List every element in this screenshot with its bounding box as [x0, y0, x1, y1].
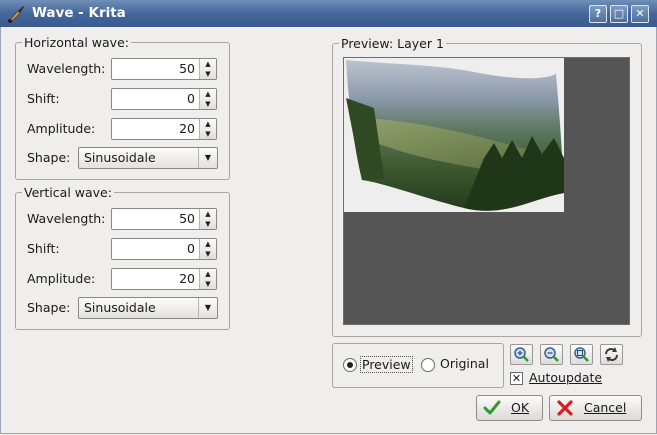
preview-image [346, 60, 564, 211]
zoom-fit-icon [574, 347, 589, 362]
h-amplitude-label: Amplitude: [27, 121, 96, 136]
original-radio[interactable]: Original [421, 356, 501, 374]
radio-unselected-icon [421, 358, 435, 372]
spin-up-icon[interactable]: ▲ [200, 89, 216, 99]
preview-radio-label: Preview [360, 356, 413, 373]
v-amplitude-value: 20 [179, 271, 195, 286]
spin-up-icon[interactable]: ▲ [200, 269, 216, 279]
h-amplitude-value: 20 [179, 121, 195, 136]
spin-down-icon[interactable]: ▼ [200, 279, 216, 289]
cancel-x-icon [557, 400, 573, 416]
v-shape-dropdown[interactable]: Sinusoidale ▼ [78, 297, 218, 319]
v-shape-label: Shape: [27, 300, 71, 315]
spin-down-icon[interactable]: ▼ [200, 69, 216, 79]
ok-label: OK [511, 400, 530, 415]
h-wavelength-spinbox[interactable]: 50 ▲ ▼ [111, 58, 217, 80]
v-shift-spinbox[interactable]: 0 ▲ ▼ [111, 238, 217, 260]
spin-down-icon[interactable]: ▼ [200, 129, 216, 139]
maximize-button[interactable]: □ [610, 5, 628, 23]
cancel-label: Cancel [584, 400, 627, 415]
window-title: Wave - Krita [32, 5, 126, 21]
chevron-down-icon: ▼ [198, 148, 217, 168]
close-icon: ✕ [635, 7, 645, 20]
h-amplitude-spinbox[interactable]: 20 ▲ ▼ [111, 118, 217, 140]
help-icon: ? [594, 7, 602, 20]
title-bar: Wave - Krita ? □ ✕ [0, 0, 657, 27]
zoom-in-icon [514, 347, 529, 362]
autoupdate-checkbox[interactable]: ✕ Autoupdate [510, 370, 620, 388]
h-shape-label: Shape: [27, 150, 71, 165]
checkbox-checked-icon: ✕ [510, 372, 523, 385]
refresh-button[interactable] [600, 344, 623, 365]
v-amplitude-spinbox[interactable]: 20 ▲ ▼ [111, 268, 217, 290]
horizontal-wave-title: Horizontal wave: [24, 35, 129, 50]
spin-up-icon[interactable]: ▲ [200, 59, 216, 69]
krita-brush-icon [8, 6, 24, 23]
spin-up-icon[interactable]: ▲ [200, 119, 216, 129]
h-shape-dropdown[interactable]: Sinusoidale ▼ [78, 147, 218, 169]
spin-down-icon[interactable]: ▼ [200, 99, 216, 109]
help-button[interactable]: ? [589, 5, 607, 23]
h-wavelength-value: 50 [179, 61, 195, 76]
ok-button[interactable]: OK [476, 395, 543, 421]
autoupdate-label: Autoupdate [529, 370, 603, 385]
refresh-icon [605, 347, 618, 362]
spin-down-icon[interactable]: ▼ [200, 219, 216, 229]
preview-radio[interactable]: Preview [343, 356, 413, 374]
v-amplitude-label: Amplitude: [27, 271, 96, 286]
h-shift-label: Shift: [27, 91, 60, 106]
preview-title: Preview: Layer 1 [341, 36, 444, 51]
zoom-out-button[interactable] [540, 344, 563, 365]
radio-selected-icon [343, 358, 357, 372]
preview-image-area[interactable] [343, 57, 630, 325]
v-wavelength-label: Wavelength: [27, 211, 106, 226]
spin-up-icon[interactable]: ▲ [200, 239, 216, 249]
close-button[interactable]: ✕ [631, 5, 649, 23]
maximize-icon: □ [613, 7, 625, 20]
v-shape-value: Sinusoidale [84, 300, 156, 315]
cancel-button[interactable]: Cancel [549, 395, 642, 421]
h-shift-spinbox[interactable]: 0 ▲ ▼ [111, 88, 217, 110]
zoom-in-button[interactable] [510, 344, 533, 365]
chevron-down-icon: ▼ [198, 298, 217, 318]
h-shift-value: 0 [187, 91, 195, 106]
v-shift-value: 0 [187, 241, 195, 256]
checkmark-icon [483, 400, 501, 415]
vertical-wave-title: Vertical wave: [24, 185, 112, 200]
h-wavelength-label: Wavelength: [27, 61, 106, 76]
h-shape-value: Sinusoidale [84, 150, 156, 165]
v-shift-label: Shift: [27, 241, 60, 256]
spin-down-icon[interactable]: ▼ [200, 249, 216, 259]
zoom-fit-button[interactable] [570, 344, 593, 365]
v-wavelength-spinbox[interactable]: 50 ▲ ▼ [111, 208, 217, 230]
v-wavelength-value: 50 [179, 211, 195, 226]
spin-up-icon[interactable]: ▲ [200, 209, 216, 219]
zoom-out-icon [544, 347, 559, 362]
original-radio-label: Original [440, 356, 489, 371]
